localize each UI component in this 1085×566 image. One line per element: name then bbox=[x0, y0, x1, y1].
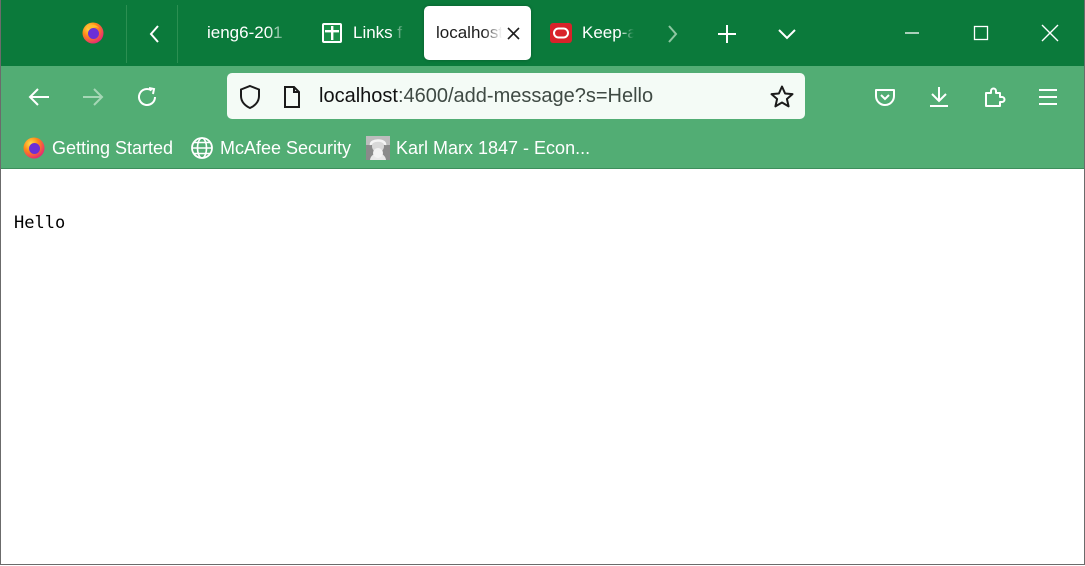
url-text[interactable]: localhost:4600/add-message?s=Hello bbox=[319, 85, 653, 108]
tab-ieng6[interactable]: ieng6-201 bbox=[207, 6, 307, 60]
oracle-tab-icon bbox=[550, 23, 572, 43]
tab-title: Keep-a bbox=[582, 23, 634, 42]
maximize-icon bbox=[973, 25, 989, 41]
back-arrow-icon bbox=[28, 88, 49, 106]
tab-title: localhost bbox=[436, 23, 502, 42]
url-path: :4600/add-message?s=Hello bbox=[397, 85, 654, 107]
puzzle-piece-icon bbox=[985, 87, 1006, 107]
download-icon bbox=[930, 87, 948, 107]
page-message-text: Hello bbox=[14, 213, 66, 233]
new-tab-button[interactable] bbox=[709, 17, 745, 51]
list-all-tabs-button[interactable] bbox=[769, 17, 805, 51]
close-icon bbox=[1041, 24, 1059, 42]
bookmark-getting-started[interactable]: Getting Started bbox=[22, 135, 173, 161]
minimize-button[interactable] bbox=[890, 12, 934, 54]
plus-icon bbox=[718, 25, 736, 43]
bookmark-label: Getting Started bbox=[52, 137, 174, 158]
bookmark-label: Karl Marx 1847 - Econ... bbox=[396, 137, 591, 158]
bookmarks-toolbar: Getting Started McAfee Security Karl Mar… bbox=[1, 128, 1084, 169]
firefox-menu-icon[interactable] bbox=[81, 21, 105, 45]
globe-icon bbox=[191, 137, 213, 159]
close-tab-icon[interactable] bbox=[506, 26, 520, 40]
chevron-left-icon bbox=[149, 25, 159, 43]
tab-title: ieng6-201 bbox=[207, 23, 283, 42]
tab-title: Links f bbox=[353, 23, 403, 42]
bookmark-label: McAfee Security bbox=[220, 137, 352, 158]
reload-button[interactable] bbox=[129, 80, 165, 114]
chevron-down-icon bbox=[778, 29, 796, 40]
save-to-pocket-button[interactable] bbox=[867, 80, 903, 114]
page-content: Hello bbox=[1, 169, 1084, 564]
chevron-right-icon bbox=[668, 25, 678, 43]
tab-separator bbox=[177, 5, 178, 63]
tab-links[interactable]: Links f bbox=[321, 6, 411, 60]
bookmark-mcafee-security[interactable]: McAfee Security bbox=[190, 135, 351, 161]
extensions-button[interactable] bbox=[976, 80, 1012, 114]
back-button[interactable] bbox=[21, 80, 57, 114]
close-window-button[interactable] bbox=[1028, 12, 1072, 54]
forward-arrow-icon bbox=[83, 88, 104, 106]
tab-strip: ieng6-201 Links f localhost Keep-a bbox=[1, 0, 1084, 66]
tab-separator bbox=[126, 5, 127, 63]
scroll-tabs-left-button[interactable] bbox=[137, 17, 173, 51]
portrait-thumbnail-icon bbox=[366, 136, 390, 160]
pocket-icon bbox=[875, 89, 895, 106]
tracking-protection-shield-icon[interactable] bbox=[237, 84, 263, 110]
url-host: localhost bbox=[319, 85, 398, 107]
scroll-tabs-right-button[interactable] bbox=[654, 17, 690, 51]
application-menu-button[interactable] bbox=[1030, 80, 1066, 114]
bookmark-star-icon[interactable] bbox=[769, 84, 795, 110]
bookmark-karl-marx[interactable]: Karl Marx 1847 - Econ... bbox=[366, 135, 590, 161]
browser-window: ieng6-201 Links f localhost Keep-a local… bbox=[0, 0, 1085, 565]
forward-button[interactable] bbox=[75, 80, 111, 114]
navigation-toolbar: localhost:4600/add-message?s=Hello bbox=[1, 66, 1084, 128]
firefox-icon bbox=[23, 137, 45, 159]
reload-icon bbox=[138, 87, 156, 106]
minimize-icon bbox=[905, 32, 919, 34]
hamburger-menu-icon bbox=[1039, 89, 1057, 105]
green-cross-tab-icon bbox=[322, 23, 342, 43]
url-bar[interactable]: localhost:4600/add-message?s=Hello bbox=[227, 73, 805, 119]
page-info-icon[interactable] bbox=[279, 84, 305, 110]
maximize-button[interactable] bbox=[959, 12, 1003, 54]
tab-localhost[interactable]: localhost bbox=[424, 6, 531, 60]
tab-keep[interactable]: Keep-a bbox=[550, 6, 642, 60]
downloads-button[interactable] bbox=[921, 80, 957, 114]
